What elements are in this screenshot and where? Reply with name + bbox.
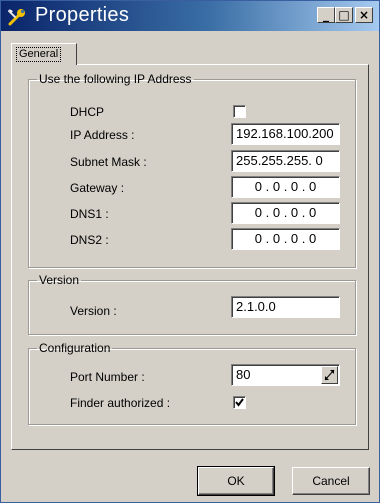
dns1-field[interactable]: 0 . 0 . 0 . 0: [231, 202, 340, 224]
dhcp-label: DHCP: [70, 105, 105, 119]
properties-window: Properties _ □ × General Use the followi…: [0, 0, 380, 503]
gateway-label: Gateway :: [70, 181, 125, 195]
close-icon: ×: [358, 8, 370, 22]
minimize-icon: _: [323, 8, 329, 22]
window-title: Properties: [35, 4, 130, 26]
minimize-button[interactable]: _: [317, 7, 335, 23]
subnet-mask-label: Subnet Mask :: [70, 155, 147, 169]
cancel-button[interactable]: Cancel: [292, 467, 370, 495]
tab-general-label: General: [16, 47, 62, 62]
ok-button[interactable]: OK: [197, 466, 275, 496]
gateway-field[interactable]: 0 . 0 . 0 . 0: [231, 176, 340, 198]
ip-group-legend: Use the following IP Address: [39, 72, 192, 86]
dhcp-checkbox[interactable]: [233, 105, 246, 118]
ip-address-label: IP Address :: [70, 128, 135, 142]
ip-address-field[interactable]: 192.168.100.200: [231, 123, 340, 145]
configuration-group-legend: Configuration: [39, 341, 111, 355]
version-field[interactable]: 2.1.0.0: [231, 296, 340, 318]
spin-arrows-icon: [324, 369, 335, 381]
dns2-field[interactable]: 0 . 0 . 0 . 0: [231, 228, 340, 250]
maximize-icon: □: [338, 8, 350, 22]
close-button[interactable]: ×: [355, 7, 373, 23]
port-number-label: Port Number :: [70, 370, 145, 384]
finder-authorized-label: Finder authorized :: [70, 396, 171, 410]
dns1-label: DNS1 :: [70, 207, 109, 221]
dns2-label: DNS2 :: [70, 233, 109, 247]
subnet-mask-field[interactable]: 255.255.255. 0: [231, 150, 340, 172]
checkmark-icon: [235, 398, 244, 407]
tab-general[interactable]: General: [11, 43, 77, 65]
title-bar[interactable]: Properties _ □ ×: [1, 1, 379, 31]
maximize-button[interactable]: □: [335, 7, 353, 23]
port-number-spinner[interactable]: [321, 366, 338, 384]
finder-authorized-checkbox[interactable]: [233, 396, 246, 409]
general-tab-panel: Use the following IP Address DHCP IP Add…: [11, 64, 369, 450]
version-label: Version :: [70, 304, 117, 318]
properties-wrench-icon: [8, 9, 25, 26]
version-group-legend: Version: [39, 273, 80, 287]
